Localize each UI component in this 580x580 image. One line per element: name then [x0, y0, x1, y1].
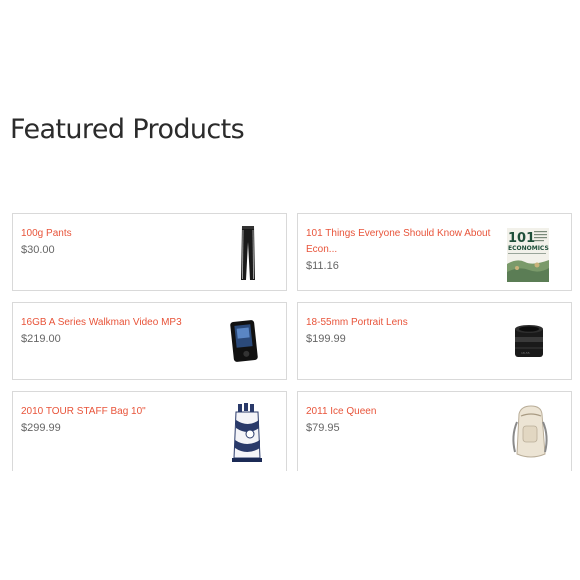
product-name-link[interactable]: 100g Pants: [21, 226, 211, 242]
product-price: $79.95: [306, 422, 340, 434]
product-name-link[interactable]: 2010 TOUR STAFF Bag 10": [21, 404, 211, 420]
book-icon[interactable]: 101 ECONOMICS: [507, 228, 549, 282]
product-card: 101 Things Everyone Should Know About Ec…: [297, 213, 572, 291]
featured-products-grid: 100g Pants $30.00 101 Things Everyone Sh…: [0, 0, 580, 580]
pants-icon[interactable]: [224, 224, 272, 282]
product-card: 2011 Ice Queen $79.95: [297, 391, 572, 471]
svg-text:101: 101: [508, 231, 535, 246]
product-card: 2010 TOUR STAFF Bag 10" $299.99: [12, 391, 287, 471]
product-card: 100g Pants $30.00: [12, 213, 287, 291]
product-name-link[interactable]: 101 Things Everyone Should Know About Ec…: [306, 226, 496, 258]
product-name-link[interactable]: 16GB A Series Walkman Video MP3: [21, 315, 211, 331]
product-price: $11.16: [306, 260, 339, 272]
product-name-link[interactable]: 2011 Ice Queen: [306, 404, 496, 420]
product-card: 18-55mm Portrait Lens $199.99 18-55: [297, 302, 572, 380]
golf-bag-icon[interactable]: [228, 402, 268, 464]
product-card: 16GB A Series Walkman Video MP3 $219.00: [12, 302, 287, 380]
product-name-link[interactable]: 18-55mm Portrait Lens: [306, 315, 496, 331]
product-price: $30.00: [21, 244, 55, 256]
camera-lens-icon[interactable]: 18-55: [509, 321, 549, 363]
svg-text:ECONOMICS: ECONOMICS: [508, 245, 549, 252]
product-price: $299.99: [21, 422, 61, 434]
mp3-player-icon[interactable]: [226, 319, 266, 365]
product-price: $219.00: [21, 333, 61, 345]
product-price: $199.99: [306, 333, 346, 345]
svg-text:18-55: 18-55: [521, 351, 530, 355]
backpack-icon[interactable]: [509, 402, 551, 462]
